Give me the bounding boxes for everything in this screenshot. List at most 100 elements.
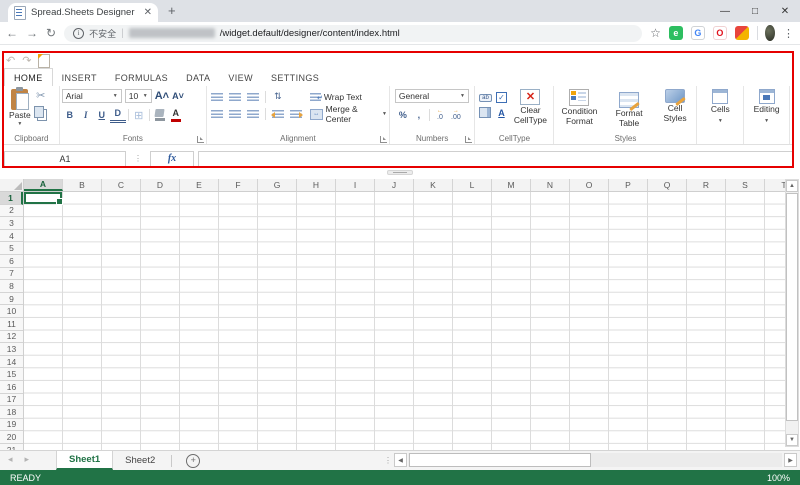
align-bottom-icon[interactable]: [245, 90, 261, 103]
fill-handle[interactable]: [56, 198, 63, 205]
row-header-16[interactable]: 16: [0, 381, 23, 394]
column-header-A[interactable]: A: [24, 179, 63, 191]
opera-extension-icon[interactable]: O: [713, 26, 727, 40]
sheet-nav-left-icon[interactable]: ◂: [8, 454, 13, 465]
cut-icon[interactable]: ✂: [36, 91, 45, 102]
tab-settings[interactable]: SETTINGS: [262, 69, 328, 86]
column-header-O[interactable]: O: [570, 179, 609, 191]
column-header-S[interactable]: S: [726, 179, 765, 191]
bold-button[interactable]: B: [62, 109, 78, 122]
sheet-tab-sheet1[interactable]: Sheet1: [56, 451, 113, 470]
align-middle-icon[interactable]: [227, 90, 243, 103]
italic-button[interactable]: I: [78, 109, 94, 122]
row-header-12[interactable]: 12: [0, 331, 23, 344]
align-right-icon[interactable]: [245, 107, 261, 120]
grow-font-icon[interactable]: A˄: [155, 90, 169, 102]
double-underline-button[interactable]: D: [110, 107, 126, 123]
tab-data[interactable]: DATA: [177, 69, 219, 86]
scroll-right-icon[interactable]: ▶: [784, 453, 797, 467]
chrome-menu-icon[interactable]: ⋮: [783, 27, 794, 40]
column-header-B[interactable]: B: [63, 179, 102, 191]
row-header-3[interactable]: 3: [0, 217, 23, 230]
sheet-nav-right-icon[interactable]: ▸: [25, 454, 30, 465]
column-header-K[interactable]: K: [414, 179, 453, 191]
combobox-celltype-icon[interactable]: [479, 107, 491, 118]
cell-grid[interactable]: [24, 192, 785, 450]
selected-cell-a1[interactable]: [24, 192, 62, 204]
translate-extension-icon[interactable]: G: [691, 26, 705, 40]
row-header-15[interactable]: 15: [0, 368, 23, 381]
info-icon[interactable]: i: [73, 28, 84, 39]
vertical-scrollbar[interactable]: ▲ ▼: [785, 179, 799, 447]
paste-button[interactable]: Paste ▼: [6, 88, 34, 128]
row-header-20[interactable]: 20: [0, 431, 23, 444]
row-header-8[interactable]: 8: [0, 280, 23, 293]
redo-icon[interactable]: ↷: [22, 56, 31, 67]
align-center-icon[interactable]: [227, 107, 243, 120]
increase-indent-icon[interactable]: [288, 107, 304, 120]
column-header-H[interactable]: H: [297, 179, 336, 191]
tab-close-icon[interactable]: ✕: [144, 8, 152, 18]
new-tab-button[interactable]: +: [168, 3, 176, 18]
merge-center-button[interactable]: ↔ Merge & Center ▼: [310, 107, 387, 121]
shrink-font-icon[interactable]: A˅: [172, 91, 184, 101]
numbers-dialog-launcher-icon[interactable]: [465, 136, 472, 143]
column-header-Q[interactable]: Q: [648, 179, 687, 191]
row-header-5[interactable]: 5: [0, 242, 23, 255]
merge-center-dropdown-icon[interactable]: ▼: [382, 112, 387, 117]
column-header-I[interactable]: I: [336, 179, 375, 191]
align-top-icon[interactable]: [209, 90, 225, 103]
browser-tab[interactable]: Spread.Sheets Designer ✕: [8, 3, 158, 22]
tab-view[interactable]: VIEW: [219, 69, 262, 86]
alignment-dialog-launcher-icon[interactable]: [380, 136, 387, 143]
address-bar[interactable]: i 不安全 | /widget.default/designer/content…: [64, 25, 642, 42]
scroll-left-icon[interactable]: ◀: [394, 453, 407, 467]
row-header-4[interactable]: 4: [0, 230, 23, 243]
fonts-dialog-launcher-icon[interactable]: [197, 136, 204, 143]
column-header-N[interactable]: N: [531, 179, 570, 191]
checkbox-celltype-icon[interactable]: ✓: [496, 92, 507, 103]
new-document-icon[interactable]: [38, 54, 50, 68]
column-header-T[interactable]: T: [765, 179, 785, 191]
scrollbar-grip-icon[interactable]: ⋮: [384, 456, 392, 465]
underline-button[interactable]: U: [94, 109, 110, 122]
add-sheet-icon[interactable]: +: [186, 454, 200, 468]
name-box[interactable]: A1: [4, 151, 126, 167]
horizontal-scroll-thumb[interactable]: [409, 453, 591, 467]
button-celltype-icon[interactable]: ab: [479, 94, 492, 102]
copy-icon[interactable]: [34, 106, 44, 118]
column-header-F[interactable]: F: [219, 179, 258, 191]
scroll-up-icon[interactable]: ▲: [786, 180, 798, 192]
paste-dropdown-icon[interactable]: ▼: [17, 122, 22, 127]
formula-bar-grip-icon[interactable]: ⋮: [134, 154, 142, 163]
row-header-1[interactable]: 1: [0, 192, 23, 205]
back-icon[interactable]: ←: [6, 27, 18, 39]
row-header-14[interactable]: 14: [0, 356, 23, 369]
profile-avatar[interactable]: [765, 25, 775, 41]
zoom-level[interactable]: 100%: [767, 473, 790, 483]
scroll-down-icon[interactable]: ▼: [786, 434, 798, 446]
decrease-decimal-icon[interactable]: →.00: [448, 108, 464, 121]
cell-styles-button[interactable]: Cell Styles: [656, 88, 695, 132]
window-close-button[interactable]: ✕: [770, 0, 800, 22]
borders-icon[interactable]: ⊞: [131, 109, 147, 122]
formula-input[interactable]: [198, 151, 794, 167]
ribbon-collapse-handle[interactable]: [387, 170, 413, 175]
undo-icon[interactable]: ↶: [6, 56, 15, 67]
tab-formulas[interactable]: FORMULAS: [106, 69, 177, 86]
row-header-6[interactable]: 6: [0, 255, 23, 268]
wrap-text-button[interactable]: Wrap Text: [310, 90, 387, 104]
row-header-17[interactable]: 17: [0, 394, 23, 407]
column-header-R[interactable]: R: [687, 179, 726, 191]
column-header-E[interactable]: E: [180, 179, 219, 191]
row-header-9[interactable]: 9: [0, 293, 23, 306]
row-header-11[interactable]: 11: [0, 318, 23, 331]
insert-function-button[interactable]: fx: [150, 151, 194, 167]
column-header-M[interactable]: M: [492, 179, 531, 191]
fill-color-icon[interactable]: [152, 109, 168, 122]
tab-home[interactable]: HOME: [4, 68, 53, 86]
row-header-7[interactable]: 7: [0, 268, 23, 281]
window-minimize-button[interactable]: —: [710, 0, 740, 22]
cells-button[interactable]: Cells ▼: [699, 88, 741, 125]
bookmark-star-icon[interactable]: ☆: [650, 26, 661, 40]
